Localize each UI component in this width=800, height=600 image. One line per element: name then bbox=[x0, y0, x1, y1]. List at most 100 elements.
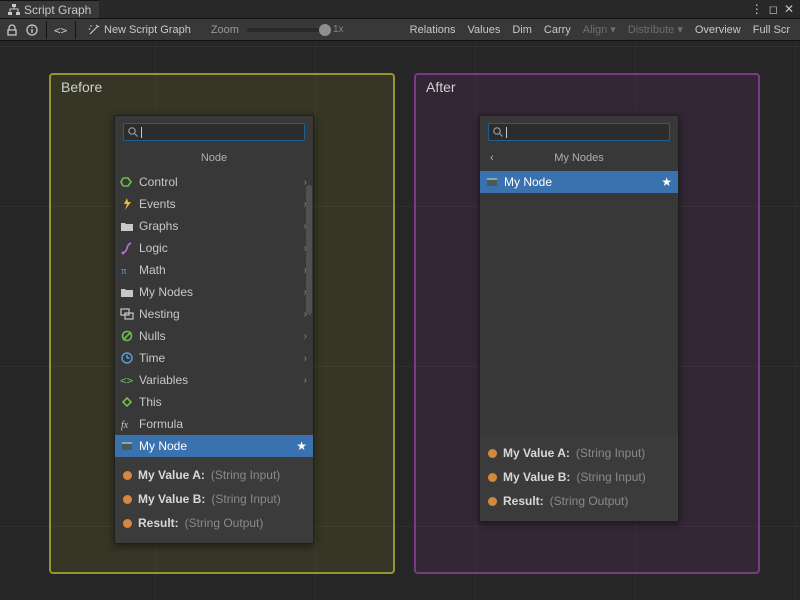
close-icon[interactable]: ✕ bbox=[784, 2, 794, 16]
zoom-slider[interactable] bbox=[247, 28, 325, 32]
list-item-label: Graphs bbox=[139, 219, 300, 233]
port-dot-icon bbox=[123, 495, 132, 504]
fuzzy-empty-area bbox=[480, 193, 678, 435]
wand-icon bbox=[88, 24, 100, 36]
port-dot-icon bbox=[488, 473, 497, 482]
menu-align[interactable]: Align ▾ bbox=[577, 20, 622, 39]
list-item-label: My Nodes bbox=[139, 285, 300, 299]
events-icon bbox=[119, 196, 135, 212]
port-name: My Value B: bbox=[138, 492, 205, 506]
fuzzy-finder-before: Node Control›Events›Graphs›Logic›πMath›M… bbox=[114, 115, 314, 544]
port-name: My Value B: bbox=[503, 470, 570, 484]
port-row: My Value A: (String Input) bbox=[488, 441, 670, 465]
toggle-carry[interactable]: Carry bbox=[538, 21, 577, 39]
list-item[interactable]: Graphs› bbox=[115, 215, 313, 237]
group-after[interactable]: After ‹ My Nodes My Node★ My Value A: (S… bbox=[414, 73, 760, 574]
toggle-relations[interactable]: Relations bbox=[404, 21, 462, 39]
toggle-dim[interactable]: Dim bbox=[506, 21, 538, 39]
list-item[interactable]: Time› bbox=[115, 347, 313, 369]
list-item-label: Time bbox=[139, 351, 300, 365]
tab-script-graph[interactable]: Script Graph bbox=[0, 0, 99, 18]
list-item[interactable]: Nulls› bbox=[115, 325, 313, 347]
star-icon[interactable]: ★ bbox=[296, 439, 307, 453]
fuzzy-header-label: My Nodes bbox=[554, 152, 604, 164]
group-title: After bbox=[426, 79, 456, 95]
list-item[interactable]: My Node★ bbox=[480, 171, 678, 193]
fuzzy-header: Node bbox=[115, 146, 313, 171]
list-item[interactable]: This bbox=[115, 391, 313, 413]
svg-text:π: π bbox=[121, 265, 127, 277]
list-item[interactable]: πMath› bbox=[115, 259, 313, 281]
list-item-label: This bbox=[139, 395, 307, 409]
svg-text:<>: <> bbox=[120, 374, 134, 387]
list-item-label: Nulls bbox=[139, 329, 300, 343]
zoom-value: 1x bbox=[333, 24, 344, 35]
tab-label: Script Graph bbox=[24, 3, 91, 17]
back-icon[interactable]: ‹ bbox=[490, 152, 494, 164]
text-caret bbox=[141, 127, 142, 138]
toggle-values[interactable]: Values bbox=[462, 21, 507, 39]
toggle-overview[interactable]: Overview bbox=[689, 21, 747, 39]
group-before[interactable]: Before Node Control›Events›Graphs›Logic›… bbox=[49, 73, 395, 574]
port-row: My Value B: (String Input) bbox=[488, 465, 670, 489]
menu-distribute[interactable]: Distribute ▾ bbox=[622, 20, 689, 39]
port-dot-icon bbox=[123, 471, 132, 480]
port-name: My Value A: bbox=[503, 446, 570, 460]
search-icon bbox=[492, 126, 504, 138]
list-item[interactable]: My Nodes› bbox=[115, 281, 313, 303]
kebab-icon[interactable]: ⋮ bbox=[751, 2, 763, 16]
list-item-label: Nesting bbox=[139, 307, 300, 321]
toggle-fullscreen[interactable]: Full Scr bbox=[747, 21, 796, 39]
window-controls: ⋮ ◻ ✕ bbox=[745, 0, 800, 18]
tab-bar: Script Graph ⋮ ◻ ✕ bbox=[0, 0, 800, 19]
star-icon[interactable]: ★ bbox=[661, 175, 672, 189]
svg-text:<>: <> bbox=[54, 24, 68, 36]
logic-icon bbox=[119, 240, 135, 256]
port-name: Result: bbox=[503, 494, 544, 508]
port-type: (String Input) bbox=[576, 446, 645, 460]
port-name: Result: bbox=[138, 516, 179, 530]
port-dot-icon bbox=[488, 497, 497, 506]
this-icon bbox=[119, 394, 135, 410]
fuzzy-list-after: My Node★ bbox=[480, 171, 678, 193]
graph-canvas[interactable]: Before Node Control›Events›Graphs›Logic›… bbox=[0, 41, 800, 600]
list-item-label: My Node bbox=[504, 175, 661, 189]
zoom-slider-thumb[interactable] bbox=[319, 24, 331, 36]
info-icon[interactable] bbox=[24, 22, 40, 38]
list-item-label: Control bbox=[139, 175, 300, 189]
group-title: Before bbox=[61, 79, 102, 95]
port-type: (String Input) bbox=[576, 470, 645, 484]
search-input[interactable] bbox=[123, 123, 305, 141]
chevron-right-icon: › bbox=[304, 375, 307, 386]
variables-icon[interactable]: <> bbox=[53, 22, 69, 38]
lock-icon[interactable] bbox=[4, 22, 20, 38]
list-item[interactable]: Nesting› bbox=[115, 303, 313, 325]
maximize-icon[interactable]: ◻ bbox=[769, 3, 778, 16]
list-item[interactable]: fxFormula bbox=[115, 413, 313, 435]
port-dot-icon bbox=[488, 449, 497, 458]
fuzzy-header: ‹ My Nodes bbox=[480, 146, 678, 171]
port-row: Result: (String Output) bbox=[123, 511, 305, 535]
list-item[interactable]: My Node★ bbox=[115, 435, 313, 457]
list-item[interactable]: <> Variables › bbox=[115, 369, 313, 391]
scrollbar[interactable] bbox=[306, 185, 312, 315]
list-item-label: Events bbox=[139, 197, 300, 211]
list-item[interactable]: Logic› bbox=[115, 237, 313, 259]
list-item-label: Variables bbox=[139, 373, 300, 387]
new-graph-label: New Script Graph bbox=[104, 24, 191, 36]
ports-panel-before: My Value A: (String Input)My Value B: (S… bbox=[115, 457, 313, 543]
node-icon bbox=[119, 438, 135, 454]
list-item[interactable]: Events› bbox=[115, 193, 313, 215]
formula-icon: fx bbox=[119, 416, 135, 432]
port-row: Result: (String Output) bbox=[488, 489, 670, 513]
variables-icon: <> bbox=[119, 372, 135, 388]
search-input[interactable] bbox=[488, 123, 670, 141]
port-row: My Value B: (String Input) bbox=[123, 487, 305, 511]
new-script-graph-button[interactable]: New Script Graph bbox=[82, 22, 197, 38]
folder-icon bbox=[119, 218, 135, 234]
search-icon bbox=[127, 126, 139, 138]
port-type: (String Output) bbox=[550, 494, 629, 508]
ports-panel-after: My Value A: (String Input)My Value B: (S… bbox=[480, 435, 678, 521]
list-item[interactable]: Control› bbox=[115, 171, 313, 193]
folder-icon bbox=[119, 284, 135, 300]
